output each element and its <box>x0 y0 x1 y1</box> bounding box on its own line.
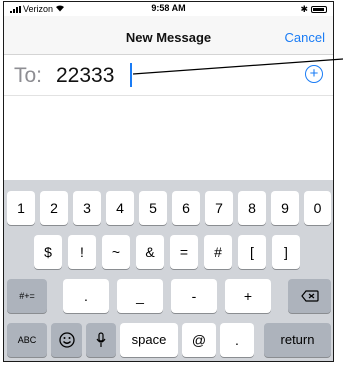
key-exclamation[interactable]: ! <box>68 235 96 269</box>
clock: 9:58 AM <box>151 3 186 13</box>
key-1[interactable]: 1 <box>7 191 35 225</box>
key-plus[interactable]: + <box>225 279 271 313</box>
keyboard: 1 2 3 4 5 6 7 8 9 0 $ ! ~ & = # [ ] #+= … <box>4 180 333 361</box>
status-right: ✱ <box>300 4 327 15</box>
abc-key[interactable]: ABC <box>7 323 47 357</box>
key-ampersand[interactable]: & <box>136 235 164 269</box>
cancel-button[interactable]: Cancel <box>285 30 325 45</box>
key-hyphen[interactable]: - <box>171 279 217 313</box>
space-key[interactable]: space <box>120 323 178 357</box>
delete-key[interactable] <box>288 279 331 313</box>
bluetooth-icon: ✱ <box>300 4 308 14</box>
mode-switch-key[interactable]: #+= <box>7 279 47 313</box>
add-contact-icon[interactable]: + <box>305 65 323 83</box>
key-8[interactable]: 8 <box>238 191 266 225</box>
phone-screen: Verizon 9:58 AM ✱ New Message Cancel To:… <box>3 1 334 362</box>
emoji-key[interactable] <box>51 323 82 357</box>
key-at[interactable]: @ <box>182 323 216 357</box>
battery-icon <box>311 6 327 13</box>
key-equals[interactable]: = <box>170 235 198 269</box>
key-3[interactable]: 3 <box>73 191 101 225</box>
key-0[interactable]: 0 <box>304 191 331 225</box>
key-4[interactable]: 4 <box>106 191 134 225</box>
key-right-bracket[interactable]: ] <box>272 235 300 269</box>
key-period[interactable]: . <box>63 279 109 313</box>
key-tilde[interactable]: ~ <box>102 235 130 269</box>
key-hash[interactable]: # <box>204 235 232 269</box>
status-bar: Verizon 9:58 AM ✱ <box>4 2 333 16</box>
key-dollar[interactable]: $ <box>34 235 62 269</box>
recipient-input[interactable]: 22333 <box>56 64 114 88</box>
nav-bar: New Message Cancel <box>4 16 333 55</box>
key-2[interactable]: 2 <box>40 191 68 225</box>
key-9[interactable]: 9 <box>271 191 299 225</box>
key-7[interactable]: 7 <box>205 191 233 225</box>
key-6[interactable]: 6 <box>172 191 200 225</box>
dictation-key[interactable] <box>86 323 116 357</box>
text-cursor <box>130 63 132 87</box>
key-5[interactable]: 5 <box>139 191 167 225</box>
key-underscore[interactable]: _ <box>117 279 163 313</box>
microphone-icon <box>86 332 116 348</box>
key-dot[interactable]: . <box>220 323 254 357</box>
return-key[interactable]: return <box>264 323 331 357</box>
to-label: To: <box>14 64 43 87</box>
delete-icon <box>288 290 331 302</box>
emoji-icon <box>51 332 82 348</box>
recipient-row[interactable]: To: 22333 + <box>4 55 333 96</box>
key-left-bracket[interactable]: [ <box>238 235 266 269</box>
